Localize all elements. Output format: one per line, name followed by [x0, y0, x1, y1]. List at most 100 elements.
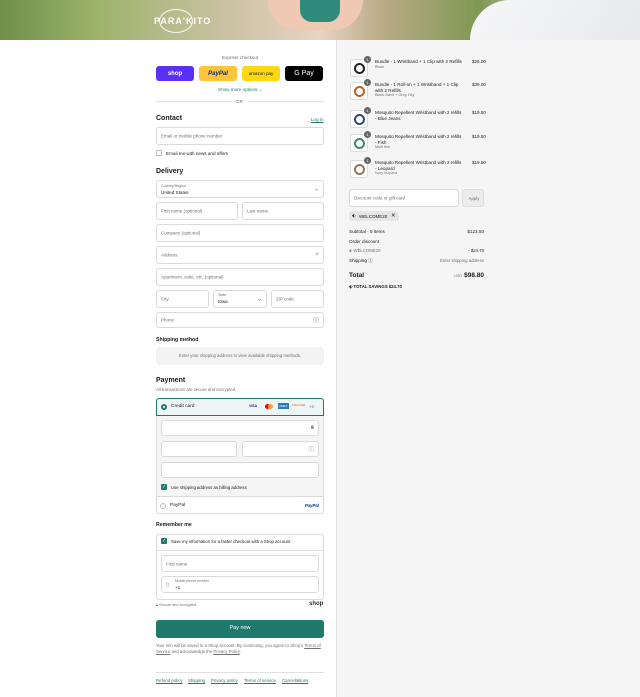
show-more-options-text: Show more options	[218, 87, 258, 92]
tag-icon: ⬖	[352, 213, 356, 219]
email-placeholder: Email or mobile phone number	[161, 133, 223, 139]
expiration-field[interactable]	[161, 441, 237, 457]
visa-icon: VISA	[249, 404, 258, 408]
email-field[interactable]: Email or mobile phone number	[156, 127, 324, 145]
apartment-field[interactable]: Apartment, suite, etc. (optional)	[156, 268, 324, 286]
item-name: Mosquito Repellent Wristband with 2 refi…	[375, 110, 463, 121]
shop-pay-label: shop	[167, 70, 183, 77]
last-name-field[interactable]: Last name	[242, 202, 324, 220]
brand-logo[interactable]: PARA'KITO	[154, 8, 212, 34]
item-title: Mosquito Repellent Wristband with 2 refi…	[375, 134, 462, 145]
newsletter-checkbox[interactable]	[156, 150, 162, 156]
state-label: State	[218, 293, 227, 297]
mobile-phone-field[interactable]: ▯ Mobile phone number +1	[161, 576, 319, 593]
subtotal-value: $123.50	[467, 229, 484, 234]
card-number-field[interactable]: 🔒︎	[161, 420, 319, 436]
item-name: Mosquito Repellent Wristband with 2 refi…	[375, 160, 463, 177]
amazon-pay-button[interactable]: amazon pay	[242, 66, 280, 81]
quantity-badge: 1	[364, 157, 371, 164]
pay-now-button[interactable]: Pay now	[156, 620, 324, 638]
company-field[interactable]: Company (optional)	[156, 224, 324, 242]
company-placeholder: Company (optional)	[161, 230, 201, 236]
state-select[interactable]: State Iowa ⌄	[213, 290, 267, 308]
total-label: Total	[349, 272, 365, 279]
payment-subtitle: All transactions are secure and encrypte…	[156, 387, 237, 392]
item-title: Mosquito Repellent Wristband with 2 refi…	[375, 110, 462, 121]
address-field[interactable]: Address ⌕	[156, 246, 324, 264]
subtotal-label: Subtotal · 5 items	[349, 229, 385, 234]
shop-pay-button[interactable]: shop	[156, 66, 194, 81]
city-placeholder: City	[161, 296, 169, 302]
quantity-badge: 1	[364, 107, 371, 114]
item-title: Bundle - 1 Wristband + 1 Clip with 2 Ref…	[375, 59, 462, 64]
save-info-checkbox[interactable]: ✓	[161, 538, 167, 544]
terms-of-service-link[interactable]: Terms of service	[244, 678, 276, 683]
discount-code-field[interactable]: Discount code or gift card	[349, 189, 459, 207]
paypal-radio[interactable]	[160, 503, 166, 509]
privacy-policy-link[interactable]: Privacy policy	[211, 678, 238, 683]
legal-text-middle: and acknowledge the	[170, 649, 214, 654]
item-title: Mosquito Repellent Wristband with 2 refi…	[375, 160, 462, 171]
payment-heading: Payment	[156, 377, 186, 384]
item-price: $19.50	[471, 134, 486, 139]
shipping-method-heading: Shipping method	[156, 337, 199, 343]
line-item: 1 Mosquito Repellent Wristband with 2 re…	[350, 107, 486, 130]
refund-policy-link[interactable]: Refund policy	[156, 678, 183, 683]
apply-button[interactable]: Apply	[462, 189, 484, 207]
item-name: Bundle - 1 Wristband + 1 Clip with 2 Ref…	[375, 59, 463, 70]
discount-code-row: ⬖ WELCOME20 - $24.70	[349, 248, 484, 254]
privacy-link[interactable]: Privacy Policy	[213, 649, 239, 654]
google-pay-label: G Pay	[294, 70, 314, 77]
help-icon[interactable]: ⓘ	[368, 258, 373, 263]
or-divider-text: OR	[236, 99, 243, 104]
tag-icon: ⬖	[349, 248, 353, 253]
first-name-field[interactable]: First name (optional)	[156, 202, 238, 220]
credit-card-radio[interactable]	[161, 404, 167, 410]
billing-address-checkbox[interactable]: ✓	[161, 484, 167, 490]
secure-text: 🔒︎ Secure and encrypted	[156, 603, 196, 607]
city-field[interactable]: City	[156, 290, 209, 308]
show-more-options-link[interactable]: Show more options ⌄	[218, 87, 262, 93]
lock-icon: 🔒︎	[310, 424, 314, 431]
shipping-value: Enter shipping address	[440, 258, 484, 263]
remove-discount-icon[interactable]: ✕	[391, 213, 396, 219]
discount-value: - $24.70	[468, 248, 484, 253]
quantity-badge: 1	[364, 79, 371, 86]
newsletter-label: Email me with news and offers	[166, 151, 229, 156]
contact-heading: Contact	[156, 115, 183, 122]
name-on-card-field[interactable]	[161, 462, 319, 478]
item-variant: Ivory leopard	[375, 171, 397, 176]
line-item: 1 Mosquito Repellent Wristband with 2 re…	[350, 131, 486, 154]
remember-first-name-field[interactable]: First name	[161, 555, 319, 572]
help-icon[interactable]: ⓘ	[308, 445, 314, 454]
line-item: 1 Mosquito Repellent Wristband with 2 re…	[350, 157, 486, 180]
total-row: Total USD $98.80	[349, 272, 484, 282]
zip-field[interactable]: ZIP code	[271, 290, 324, 308]
help-icon[interactable]: ⓘ	[313, 316, 319, 325]
discount-code-placeholder: Discount code or gift card	[354, 195, 406, 201]
lock-icon: 🔒︎	[156, 603, 159, 607]
cancellations-link[interactable]: Cancellations	[282, 678, 308, 683]
google-pay-button[interactable]: G Pay	[285, 66, 323, 81]
zip-placeholder: ZIP code	[276, 296, 294, 302]
quantity-badge: 1	[364, 56, 371, 63]
mastercard-icon	[265, 404, 273, 410]
shop-logo: shop	[309, 601, 324, 607]
item-price: $19.50	[471, 110, 486, 115]
item-title: Bundle - 1 Roll-on + 1 Wristband + 1 Cli…	[375, 82, 459, 93]
credit-card-option[interactable]: Credit card VISA AMEX DISCOVER +3	[156, 398, 324, 416]
paypal-option[interactable]: PayPal PayPal	[156, 496, 324, 514]
phone-field[interactable]: Phone ⓘ	[156, 312, 324, 328]
search-icon: ⌕	[315, 251, 319, 258]
applied-code: WELCOME20	[359, 213, 388, 219]
logo-text: PARA'KITO	[154, 16, 212, 26]
product-image-shape	[354, 114, 365, 125]
paypal-button[interactable]: PayPal	[199, 66, 237, 81]
item-price: $26.00	[471, 59, 486, 64]
shipping-policy-link[interactable]: Shipping	[188, 678, 205, 683]
country-select[interactable]: Country/Region United States ⌄	[156, 180, 324, 198]
security-code-field[interactable]: ⓘ	[242, 441, 319, 457]
login-link[interactable]: Log in	[311, 117, 324, 122]
savings-label: TOTAL SAVINGS	[353, 284, 388, 289]
pay-now-label: Pay now	[229, 625, 251, 631]
